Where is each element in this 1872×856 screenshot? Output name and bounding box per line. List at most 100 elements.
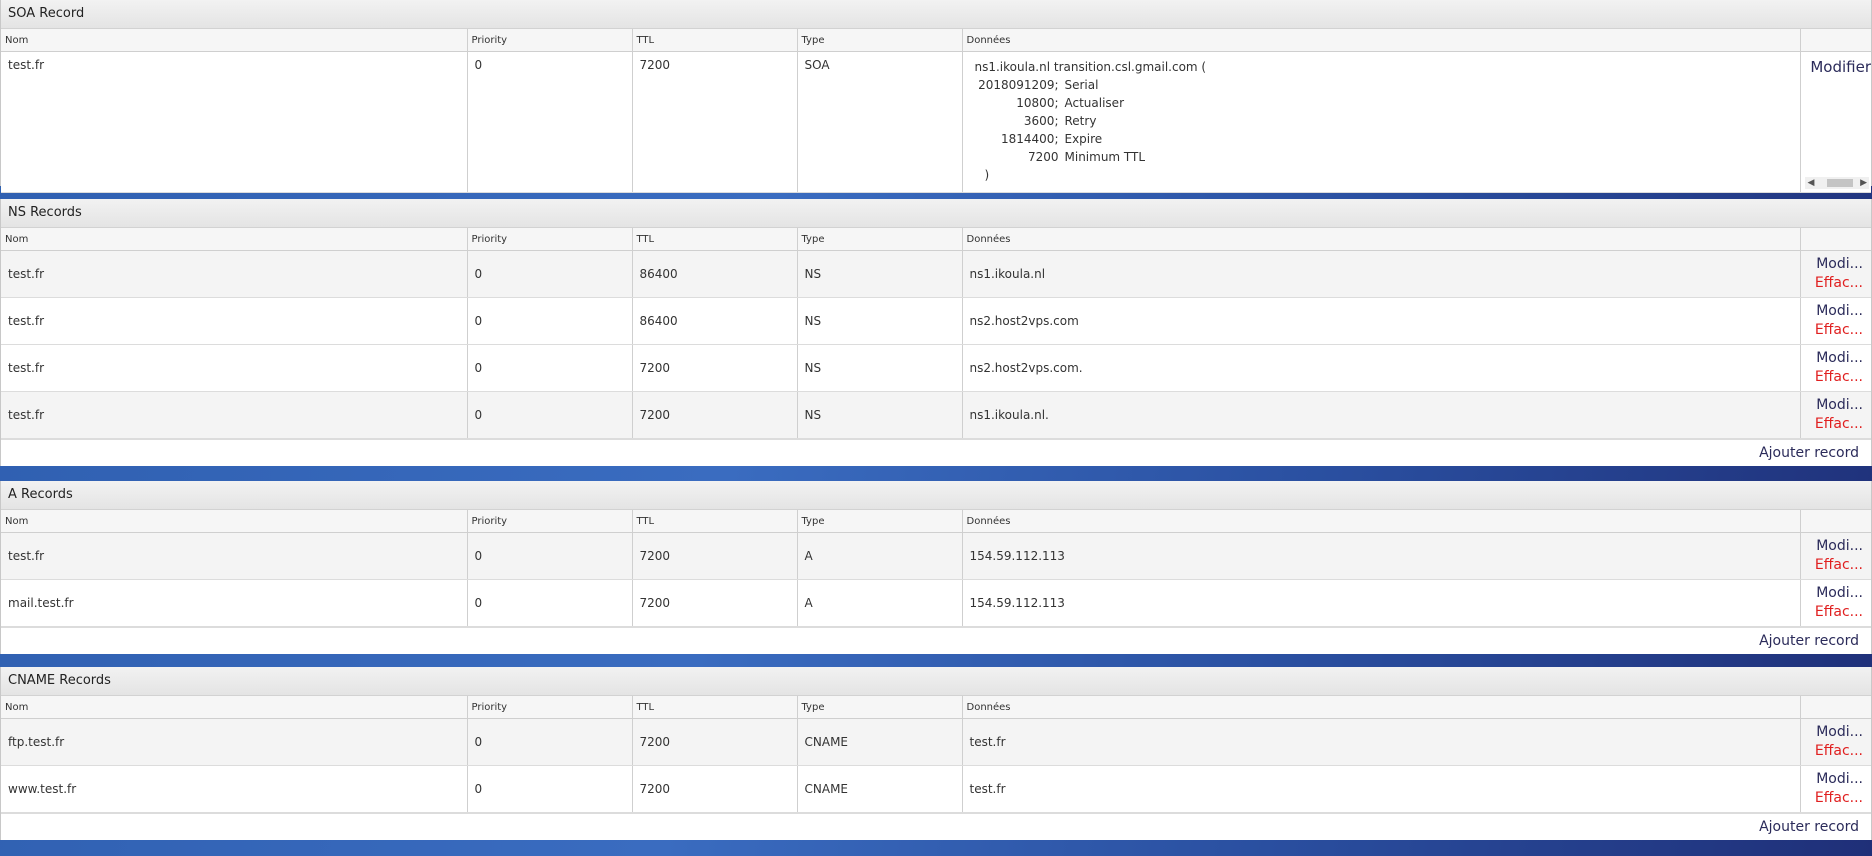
record-type: CNAME <box>797 765 963 813</box>
table-row: mail.test.fr 0 7200 A 154.59.112.113 Mod… <box>1 579 1871 627</box>
a-table: Nom Priority TTL Type Données test.fr 0 … <box>1 510 1871 627</box>
record-ttl: 86400 <box>632 250 798 298</box>
table-row: test.fr 0 86400 NS ns2.host2vps.com Modi… <box>1 297 1871 345</box>
delete-button[interactable]: Effac... <box>1801 789 1863 808</box>
record-data: ns2.host2vps.com. <box>962 344 1801 392</box>
modify-button[interactable]: Modi... <box>1801 770 1863 789</box>
scroll-right-arrow-icon[interactable]: ▶ <box>1860 178 1867 188</box>
soa-retry-line: 3600; Retry <box>975 112 1800 130</box>
cname-records-panel: CNAME Records Nom Priority TTL Type Donn… <box>0 667 1872 840</box>
soa-refresh-label: Actualiser <box>1064 96 1125 110</box>
add-record-link[interactable]: Ajouter record <box>1759 819 1859 835</box>
record-type: CNAME <box>797 718 963 766</box>
scrollbar-thumb[interactable] <box>1826 179 1853 187</box>
modify-button[interactable]: Modi... <box>1801 255 1863 274</box>
record-actions: Modi... Effac... <box>1800 718 1871 766</box>
soa-serial-label: Serial <box>1064 78 1099 92</box>
record-type: NS <box>797 391 963 439</box>
column-header-actions <box>1800 696 1871 719</box>
record-ttl: 7200 <box>632 391 798 439</box>
delete-button[interactable]: Effac... <box>1801 415 1863 434</box>
soa-minimum-label: Minimum TTL <box>1064 150 1146 164</box>
record-name: ftp.test.fr <box>1 718 468 766</box>
column-header-nom: Nom <box>1 228 468 251</box>
delete-button[interactable]: Effac... <box>1801 368 1863 387</box>
record-data: 154.59.112.113 <box>962 579 1801 627</box>
horizontal-scrollbar[interactable]: ◀ ▶ <box>1804 177 1869 189</box>
column-header-nom: Nom <box>1 510 468 533</box>
panel-title: A Records <box>1 481 1871 510</box>
record-actions: Modi... Effac... <box>1800 344 1871 392</box>
delete-button[interactable]: Effac... <box>1801 742 1863 761</box>
record-name: test.fr <box>1 532 468 580</box>
soa-retry-label: Retry <box>1064 114 1097 128</box>
soa-expire-label: Expire <box>1064 132 1103 146</box>
soa-close-line: ) <box>975 166 1800 184</box>
column-header-actions <box>1800 510 1871 533</box>
modify-button[interactable]: Modi... <box>1801 584 1863 603</box>
soa-refresh-value: 10800; <box>1016 96 1059 110</box>
soa-minimum-value: 7200 <box>1027 150 1059 164</box>
table-row: ftp.test.fr 0 7200 CNAME test.fr Modi...… <box>1 718 1871 766</box>
record-actions: Modi... Effac... <box>1800 297 1871 345</box>
modify-button[interactable]: Modi... <box>1801 302 1863 321</box>
modify-button[interactable]: Modi... <box>1801 349 1863 368</box>
record-priority: 0 <box>467 250 633 298</box>
record-data: ns1.ikoula.nl. <box>962 391 1801 439</box>
table-row: www.test.fr 0 7200 CNAME test.fr Modi...… <box>1 765 1871 813</box>
record-name: test.fr <box>1 344 468 392</box>
add-record-row: Ajouter record <box>1 627 1871 654</box>
add-record-link[interactable]: Ajouter record <box>1759 445 1859 461</box>
column-header-type: Type <box>797 696 963 719</box>
record-priority: 0 <box>467 718 633 766</box>
record-name: test.fr <box>1 297 468 345</box>
record-priority: 0 <box>467 51 633 193</box>
column-header-nom: Nom <box>1 696 468 719</box>
column-header-actions <box>1800 228 1871 251</box>
add-record-row: Ajouter record <box>1 813 1871 840</box>
column-header-priority: Priority <box>467 228 633 251</box>
record-name: test.fr <box>1 51 468 193</box>
record-actions: Modi... Effac... <box>1800 250 1871 298</box>
record-type: A <box>797 579 963 627</box>
table-row: test.fr 0 86400 NS ns1.ikoula.nl Modi...… <box>1 250 1871 298</box>
add-record-link[interactable]: Ajouter record <box>1759 633 1859 649</box>
soa-close-paren: ) <box>984 168 990 182</box>
column-header-ttl: TTL <box>632 510 798 533</box>
soa-serial-value: 2018091209; <box>978 78 1059 92</box>
table-row: test.fr 0 7200 NS ns2.host2vps.com. Modi… <box>1 344 1871 392</box>
modify-button[interactable]: Modi... <box>1801 396 1863 415</box>
record-ttl: 7200 <box>632 765 798 813</box>
record-name: test.fr <box>1 391 468 439</box>
table-row: test.fr 0 7200 NS ns1.ikoula.nl. Modi...… <box>1 391 1871 439</box>
ns-table: Nom Priority TTL Type Données test.fr 0 … <box>1 228 1871 439</box>
record-actions: Modi... Effac... <box>1800 532 1871 580</box>
scroll-left-arrow-icon[interactable]: ◀ <box>1808 178 1815 188</box>
column-header-type: Type <box>797 510 963 533</box>
column-header-nom: Nom <box>1 29 468 52</box>
delete-button[interactable]: Effac... <box>1801 603 1863 622</box>
soa-table: Nom Priority TTL Type Données test.fr 0 … <box>1 29 1871 193</box>
delete-button[interactable]: Effac... <box>1801 274 1863 293</box>
column-header-type: Type <box>797 228 963 251</box>
record-type: NS <box>797 250 963 298</box>
table-row: test.fr 0 7200 A 154.59.112.113 Modi... … <box>1 532 1871 580</box>
delete-button[interactable]: Effac... <box>1801 556 1863 575</box>
soa-data-block: ns1.ikoula.nl transition.csl.gmail.com (… <box>975 58 1800 184</box>
record-data: ns1.ikoula.nl <box>962 250 1801 298</box>
modify-button[interactable]: Modi... <box>1801 537 1863 556</box>
record-ttl: 7200 <box>632 51 798 193</box>
record-actions: Modifier ◀ ▶ <box>1800 51 1871 193</box>
modify-button[interactable]: Modi... <box>1801 723 1863 742</box>
delete-button[interactable]: Effac... <box>1801 321 1863 340</box>
column-header-priority: Priority <box>467 510 633 533</box>
modify-button[interactable]: Modifier <box>1801 58 1871 76</box>
record-priority: 0 <box>467 765 633 813</box>
a-records-panel: A Records Nom Priority TTL Type Données … <box>0 481 1872 654</box>
column-header-donnees: Données <box>962 510 1801 533</box>
panel-title: CNAME Records <box>1 667 1871 696</box>
record-name: www.test.fr <box>1 765 468 813</box>
soa-refresh-line: 10800; Actualiser <box>975 94 1800 112</box>
column-header-donnees: Données <box>962 228 1801 251</box>
soa-minimum-line: 7200 Minimum TTL <box>975 148 1800 166</box>
